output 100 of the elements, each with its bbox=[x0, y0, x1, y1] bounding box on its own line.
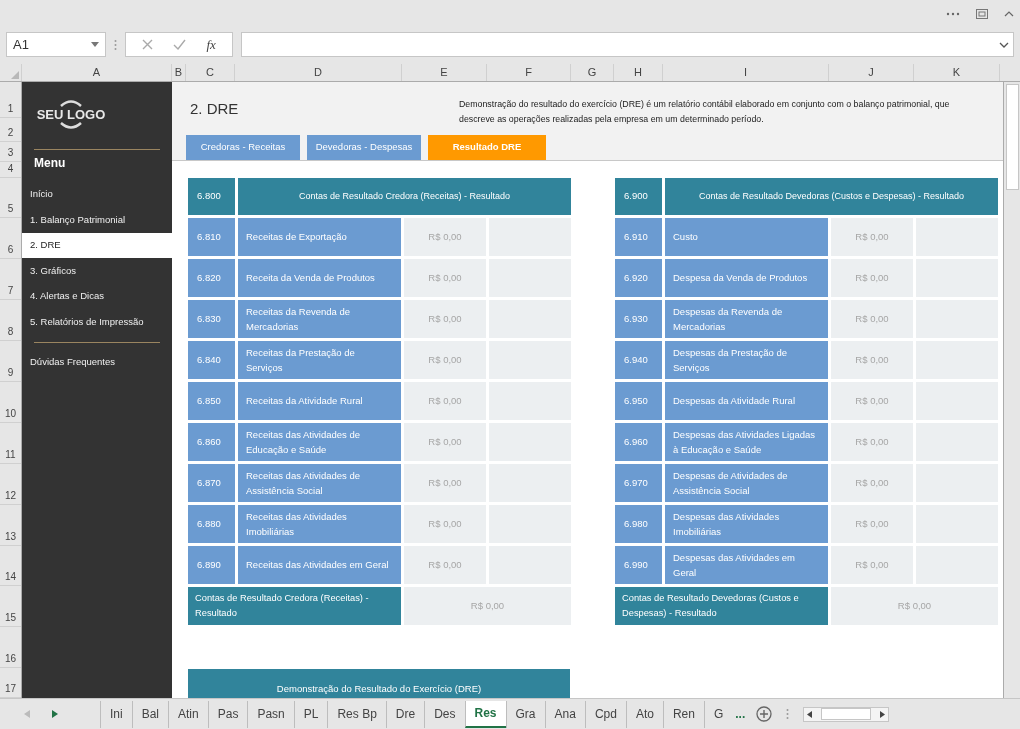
scroll-right-icon[interactable] bbox=[880, 710, 886, 718]
sheet-tab[interactable]: Ini bbox=[100, 700, 132, 728]
row-header[interactable]: 14 bbox=[4, 569, 17, 585]
account-name: Receitas das Atividades de Educação e Saúde bbox=[238, 422, 401, 461]
row-header[interactable]: 13 bbox=[4, 528, 17, 544]
account-code: 6.840 bbox=[188, 340, 235, 379]
description-text: Demonstração do resultado do exercício (DRE) é um relatório contábil elaborado em conjunto com o balanço patrimonial, que descreve as operações realizadas pela empresa em um determinado período. bbox=[459, 97, 951, 126]
row-header[interactable]: 1 bbox=[7, 100, 14, 116]
row-header[interactable]: 8 bbox=[7, 324, 14, 340]
check-icon[interactable] bbox=[173, 39, 187, 51]
column-header[interactable]: G bbox=[571, 63, 614, 81]
row-header[interactable]: 17 bbox=[4, 681, 17, 697]
row-header[interactable]: 3 bbox=[7, 144, 14, 160]
sheet-tab[interactable]: G bbox=[703, 700, 733, 728]
account-code: 6.860 bbox=[188, 422, 235, 461]
account-name: Despesas das Atividades Ligadas à Educação e Saúde bbox=[665, 422, 828, 461]
amount-cell: R$ 0,00 bbox=[404, 217, 486, 256]
account-code: 6.900 bbox=[615, 177, 662, 215]
sidebar-item[interactable]: Início bbox=[22, 181, 172, 208]
row-header[interactable]: 16 bbox=[4, 651, 17, 667]
sheet-tab[interactable]: Dre bbox=[385, 700, 425, 728]
amount-cell: R$ 0,00 bbox=[831, 422, 913, 461]
menu-title: Menu bbox=[33, 154, 67, 172]
sheet-tab[interactable]: Des bbox=[424, 700, 465, 728]
column-header[interactable]: C bbox=[186, 63, 235, 81]
sidebar-item[interactable]: 5. Relatórios de Impressão bbox=[22, 309, 172, 335]
column-header[interactable]: A bbox=[22, 63, 172, 81]
row-header[interactable]: 7 bbox=[7, 283, 14, 299]
row-header[interactable]: 4 bbox=[7, 160, 14, 176]
account-code: 6.950 bbox=[615, 381, 662, 420]
row-header[interactable]: 12 bbox=[4, 487, 17, 503]
account-name: Despesa da Venda de Produtos bbox=[665, 258, 828, 297]
logo-arc-icon bbox=[60, 122, 82, 130]
account-code: 6.830 bbox=[188, 299, 235, 338]
sidebar-item[interactable]: 2. DRE bbox=[22, 232, 172, 259]
column-header[interactable]: I bbox=[663, 63, 829, 81]
collapse-icon[interactable] bbox=[1004, 10, 1014, 17]
row-header[interactable]: 11 bbox=[5, 446, 16, 462]
row-header[interactable]: 6 bbox=[7, 242, 14, 258]
account-code: 6.800 bbox=[188, 177, 235, 215]
column-header[interactable]: H bbox=[614, 63, 663, 81]
total-label: Contas de Resultado Devedoras (Custos e Despesas) - Resultado bbox=[615, 586, 828, 625]
amount-cell: R$ 0,00 bbox=[831, 340, 913, 379]
name-box[interactable]: A1 bbox=[6, 32, 106, 58]
sheet-tab[interactable]: Bal bbox=[131, 700, 169, 728]
row-header[interactable]: 2 bbox=[7, 124, 14, 140]
expand-icon[interactable] bbox=[999, 41, 1009, 48]
amount-cell: R$ 0,00 bbox=[404, 340, 486, 379]
column-header[interactable]: J bbox=[829, 63, 914, 81]
sidebar-item[interactable]: Dúvidas Frequentes bbox=[22, 349, 172, 376]
grip-icon bbox=[786, 708, 790, 721]
scroll-left-icon[interactable] bbox=[807, 710, 813, 718]
column-header[interactable]: F bbox=[487, 63, 571, 81]
dropdown-caret-icon[interactable] bbox=[91, 42, 99, 48]
next-sheet-icon[interactable] bbox=[52, 710, 58, 719]
account-code: 6.820 bbox=[188, 258, 235, 297]
sheet-tab[interactable]: Pasn bbox=[247, 700, 294, 728]
sheet-tab[interactable]: Cpd bbox=[584, 700, 626, 728]
sheet-tab[interactable]: Res bbox=[464, 700, 506, 728]
sidebar-item[interactable]: 1. Balanço Patrimonial bbox=[22, 207, 172, 233]
sidebar-item[interactable]: 4. Alertas e Dicas bbox=[22, 283, 172, 310]
account-name: Receitas das Atividades de Assistência Social bbox=[238, 463, 401, 502]
amount-cell: R$ 0,00 bbox=[404, 463, 486, 502]
sheet-tab[interactable]: Pas bbox=[207, 700, 248, 728]
row-header[interactable]: 5 bbox=[7, 201, 14, 217]
account-code: 6.940 bbox=[615, 340, 662, 379]
account-code: 6.880 bbox=[188, 504, 235, 543]
more-icon[interactable] bbox=[946, 11, 960, 16]
row-header[interactable]: 15 bbox=[4, 610, 17, 626]
scrollbar-thumb[interactable] bbox=[821, 708, 872, 721]
account-code: 6.870 bbox=[188, 463, 235, 502]
sheet-tab[interactable]: Ato bbox=[625, 700, 663, 728]
account-name: Despesas das Atividades em Geral bbox=[665, 545, 828, 584]
row-header[interactable]: 9 bbox=[7, 365, 14, 380]
amount-cell: R$ 0,00 bbox=[404, 381, 486, 420]
column-header[interactable]: K bbox=[914, 63, 1000, 81]
amount-cell: R$ 0,00 bbox=[831, 299, 913, 338]
horizontal-scrollbar[interactable] bbox=[803, 706, 890, 722]
sheet-tab[interactable]: PL bbox=[293, 700, 328, 728]
add-sheet-icon[interactable] bbox=[756, 706, 773, 723]
row-header[interactable]: 10 bbox=[4, 405, 17, 421]
amount-cell: R$ 0,00 bbox=[831, 381, 913, 420]
column-header[interactable]: E bbox=[402, 63, 487, 81]
total-amount: R$ 0,00 bbox=[831, 586, 998, 625]
sheet-tab[interactable]: Res Bp bbox=[327, 700, 386, 728]
column-header[interactable]: B bbox=[172, 63, 186, 81]
sheet-tab[interactable]: Ren bbox=[662, 700, 704, 728]
cancel-icon[interactable] bbox=[142, 39, 154, 51]
sheet-tab[interactable]: Atin bbox=[168, 700, 208, 728]
more-sheets-button[interactable]: ... bbox=[732, 705, 749, 724]
restore-icon[interactable] bbox=[976, 8, 988, 19]
scrollbar-thumb[interactable] bbox=[1005, 83, 1019, 190]
sheet-tab[interactable]: Ana bbox=[544, 700, 585, 728]
sidebar-item[interactable]: 3. Gráficos bbox=[22, 258, 172, 284]
column-header[interactable]: D bbox=[235, 63, 402, 81]
account-name: Despesas de Atividades de Assistência Social bbox=[665, 463, 828, 502]
sheet-tab[interactable]: Gra bbox=[505, 700, 545, 728]
account-name: Receitas das Atividades Imobiliárias bbox=[238, 504, 401, 543]
insert-function-button[interactable]: fx bbox=[206, 35, 216, 55]
formula-input-field[interactable] bbox=[241, 32, 1014, 58]
